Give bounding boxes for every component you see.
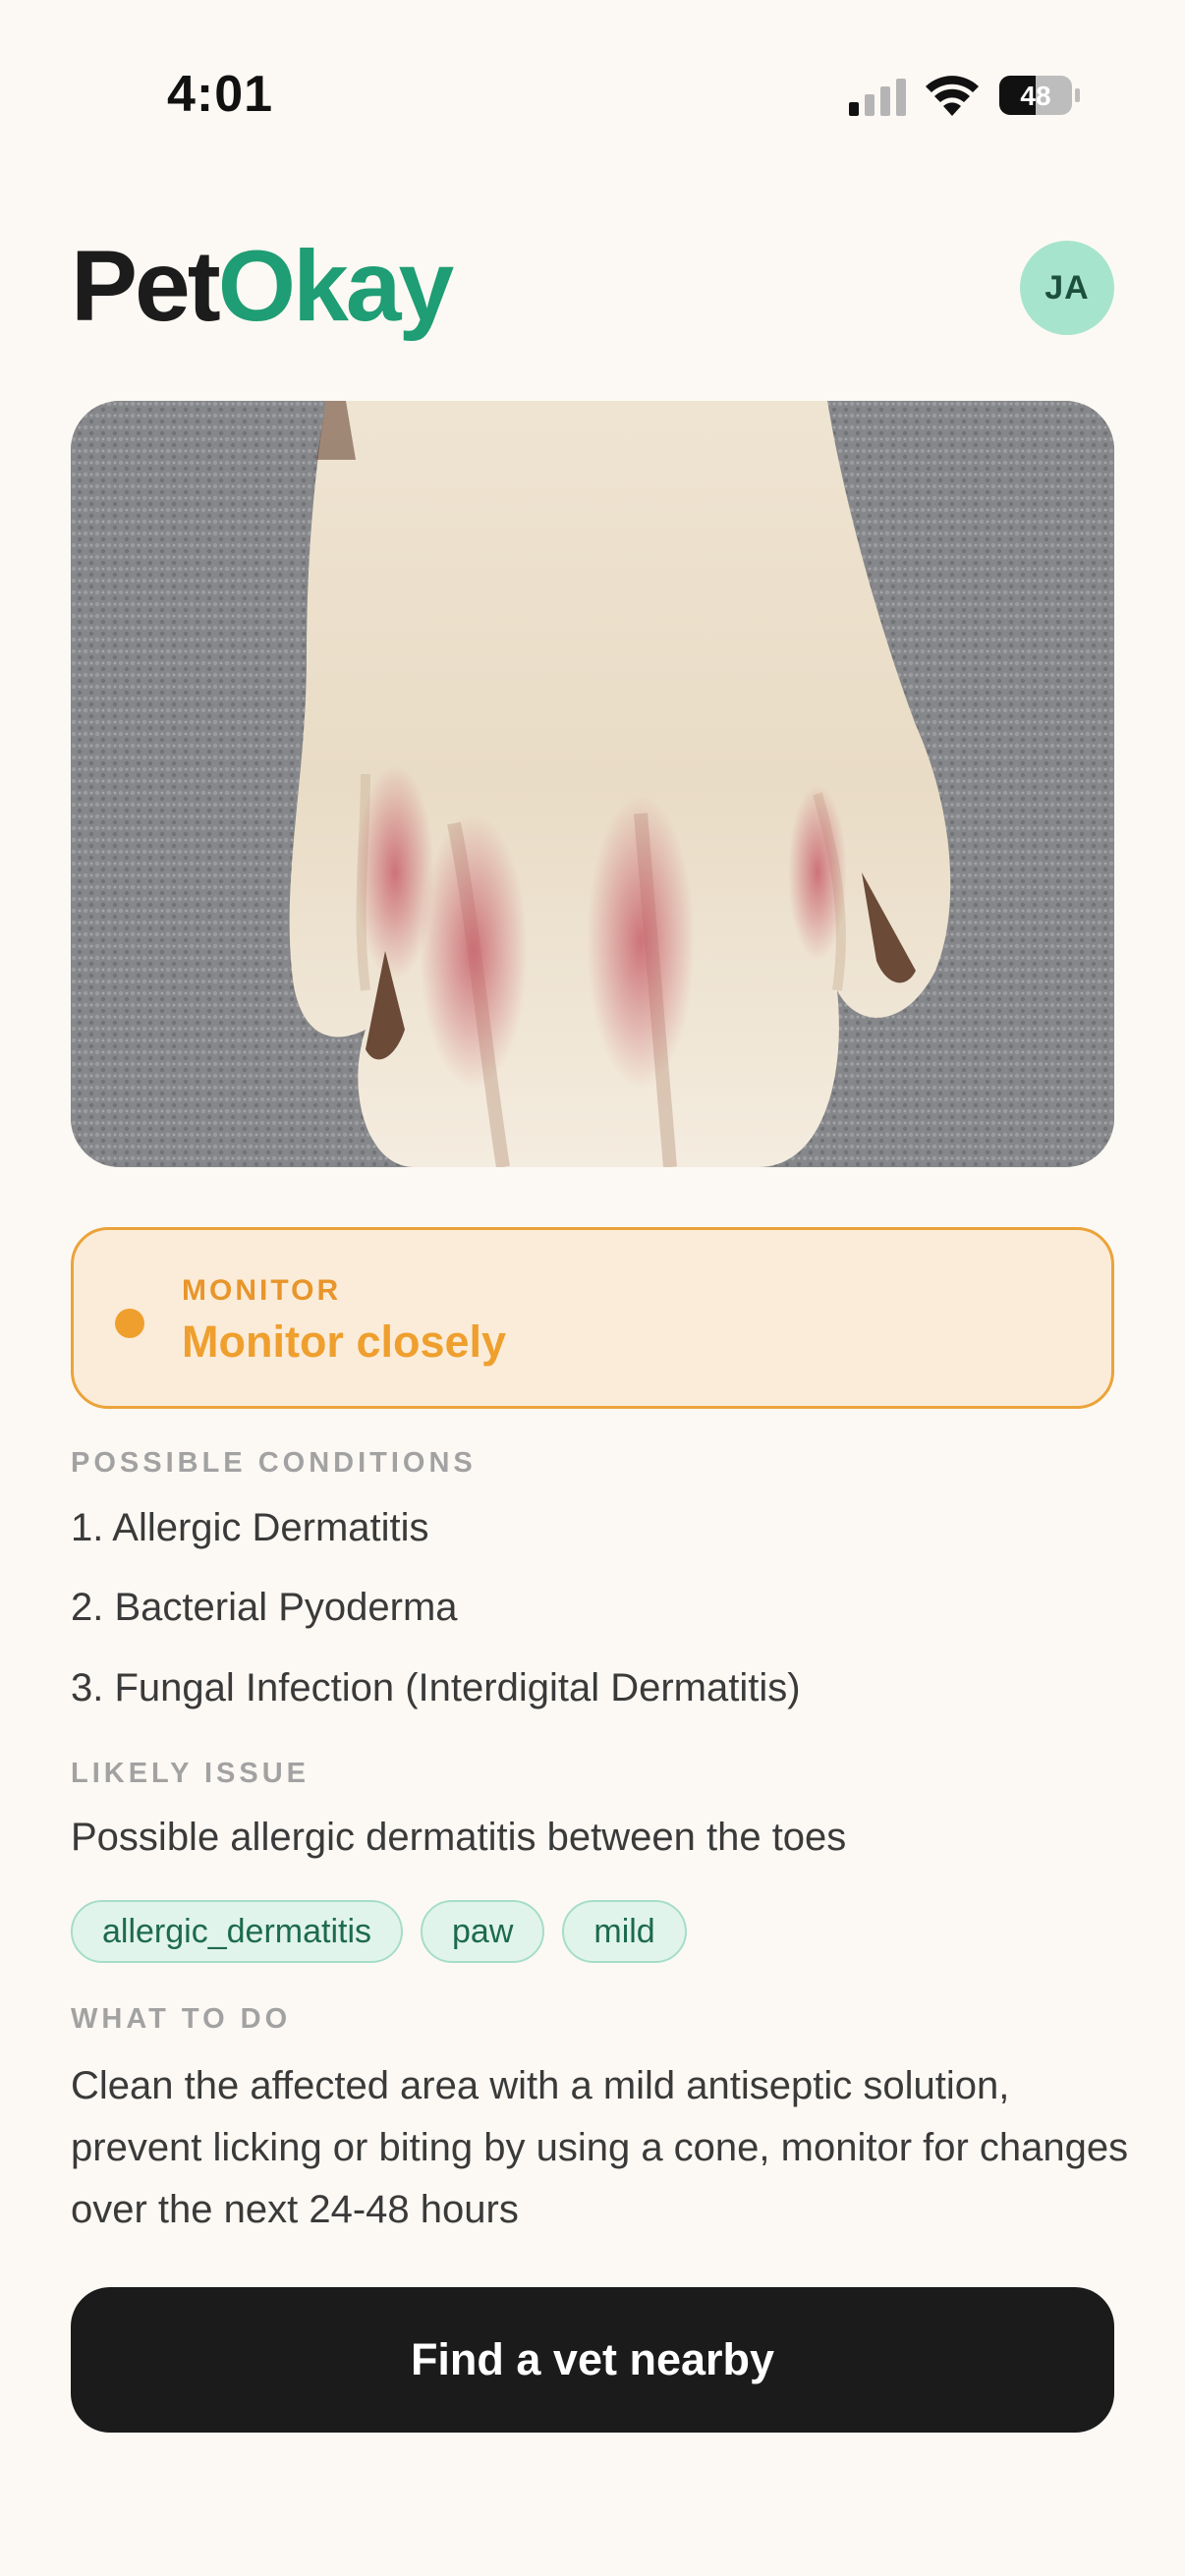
status-time: 4:01 <box>167 66 274 123</box>
user-avatar[interactable]: JA <box>1020 241 1114 335</box>
battery-level: 48 <box>1020 81 1050 111</box>
severity-title: Monitor closely <box>182 1316 507 1367</box>
pet-photo <box>71 401 1114 1167</box>
logo-text-okay: Okay <box>217 230 455 342</box>
paw-image <box>71 401 1114 1167</box>
tag-chip: allergic_dermatitis <box>71 1900 403 1963</box>
condition-item: 3. Fungal Infection (Interdigital Dermat… <box>71 1666 801 1709</box>
possible-conditions-heading: POSSIBLE CONDITIONS <box>71 1447 477 1479</box>
severity-label: MONITOR <box>182 1274 342 1307</box>
logo-text-pet: Pet <box>71 230 221 342</box>
severity-card: MONITOR Monitor closely <box>71 1227 1114 1409</box>
status-bar: 4:01 48 <box>0 0 1185 147</box>
condition-item: 2. Bacterial Pyoderma <box>71 1586 458 1629</box>
wifi-icon <box>926 76 979 116</box>
severity-dot-icon <box>115 1309 144 1338</box>
tag-chip: mild <box>562 1900 687 1963</box>
find-vet-button[interactable]: Find a vet nearby <box>71 2287 1114 2433</box>
cellular-signal-icon <box>849 79 906 116</box>
what-to-do-text: Clean the affected area with a mild anti… <box>71 2064 1129 2231</box>
tag-list: allergic_dermatitis paw mild <box>71 1900 687 1963</box>
likely-issue-text: Possible allergic dermatitis between the… <box>71 1816 847 1859</box>
condition-item: 1. Allergic Dermatitis <box>71 1506 429 1549</box>
likely-issue-heading: LIKELY ISSUE <box>71 1758 310 1789</box>
battery-icon: 48 <box>999 76 1080 115</box>
app-logo: PetOkay <box>71 236 454 336</box>
what-to-do-heading: WHAT TO DO <box>71 2003 292 2035</box>
tag-chip: paw <box>421 1900 545 1963</box>
results-screen: 4:01 48 PetOkay JA MONITOR Monitor close… <box>0 0 1185 2576</box>
